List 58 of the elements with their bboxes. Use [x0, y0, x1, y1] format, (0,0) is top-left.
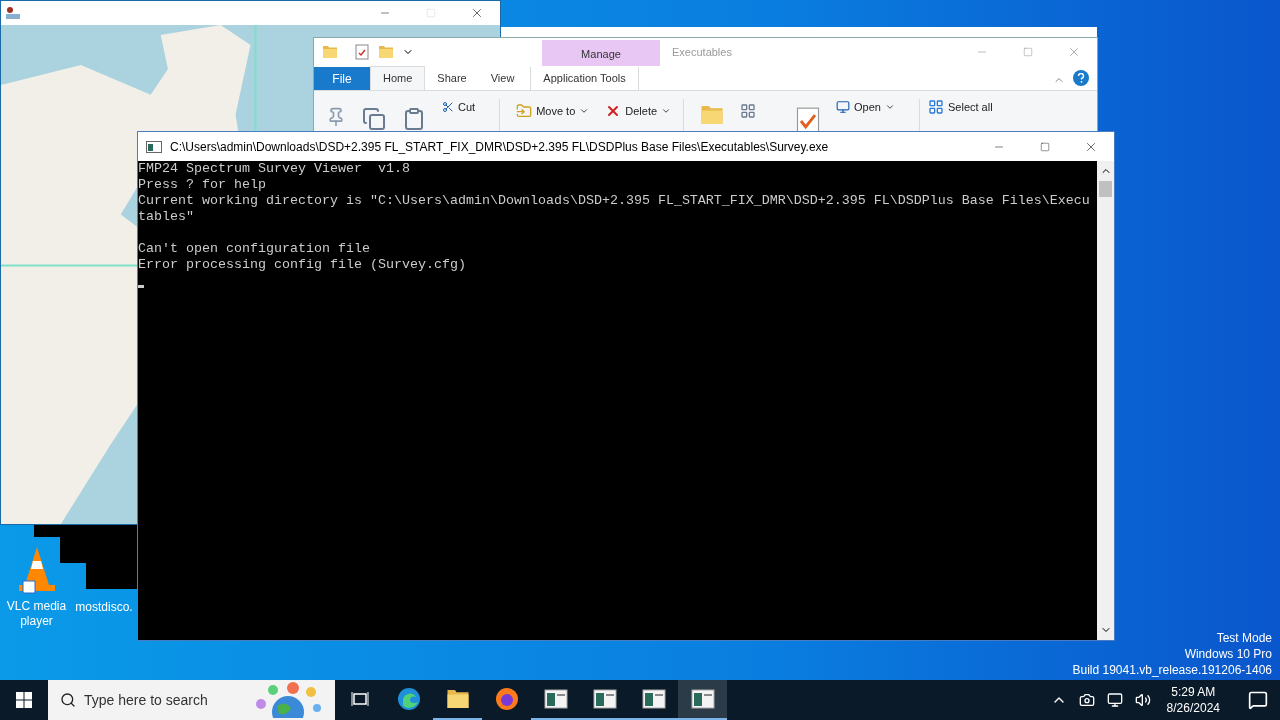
window-taskbar-button[interactable] — [678, 680, 727, 720]
ribbon-tab[interactable]: Home — [370, 66, 426, 90]
open-button[interactable]: Open — [836, 99, 895, 116]
network-icon[interactable] — [1106, 692, 1123, 708]
grid-icon — [928, 99, 944, 116]
select-all-button[interactable]: Select all — [928, 99, 993, 116]
new-item-icon[interactable] — [740, 103, 757, 119]
folder-arrow-icon — [516, 103, 533, 120]
window-title: C:\Users\admin\Downloads\DSD+2.395 FL_START_FIX_DMR\DSD+2.395 FL\DSDPlus Base Files\Executables\Survey.exe — [170, 138, 829, 156]
copy-icon[interactable] — [362, 107, 386, 131]
window-title: Executables — [672, 44, 732, 60]
help-icon[interactable] — [1073, 70, 1089, 86]
camera-icon[interactable] — [1078, 692, 1095, 708]
console-line: Press ? for help — [138, 177, 267, 193]
checkmark-icon[interactable] — [796, 107, 821, 131]
windows-logo-icon — [16, 692, 32, 708]
pin-icon[interactable] — [326, 107, 346, 127]
window-icon — [836, 100, 851, 115]
console-line: Error processing config file (Survey.cfg) — [138, 257, 467, 273]
system-notice-text: Build 19041.vb_release.191206-1406 — [1072, 662, 1272, 678]
globe-icon — [253, 682, 323, 718]
task-view-icon — [349, 689, 370, 709]
clock[interactable]: 5:29 AM 8/26/2024 — [1162, 684, 1224, 716]
cut-button[interactable]: Cut — [442, 99, 476, 116]
fox-globe-icon — [494, 687, 519, 711]
console-line: FMP24 Spectrum Survey Viewer v1.8 — [138, 161, 411, 177]
ribbon-tab[interactable]: Share — [425, 66, 479, 90]
context-tab-header: Manage — [542, 40, 660, 66]
folder-icon — [445, 687, 470, 711]
ribbon-tab[interactable]: Application Tools — [530, 67, 639, 90]
notifications-icon[interactable] — [1248, 690, 1268, 710]
scissors-icon — [442, 101, 454, 114]
console-icon — [641, 689, 666, 709]
system-notice-text: Windows 10 Pro — [1184, 646, 1272, 662]
search-placeholder: Type here to search — [84, 690, 208, 710]
close-icon[interactable] — [470, 6, 484, 20]
console-line: Current working directory is "C:\Users\admin\Downloads\DSD+2.395 FL_START_FIX_DMR\DSD+2.395 FL\DSDPlus Base Files\Executables" — [138, 193, 1091, 225]
clipboard-icon[interactable] — [402, 107, 426, 131]
ribbon-tab[interactable]: View — [478, 66, 527, 90]
properties-icon[interactable] — [354, 44, 370, 60]
maximize-icon[interactable] — [1040, 141, 1050, 152]
close-icon[interactable] — [1067, 45, 1081, 59]
wave-globe-icon — [396, 687, 421, 711]
console-icon — [690, 689, 715, 709]
scrollbar[interactable] — [1097, 161, 1114, 640]
search-icon — [60, 692, 76, 708]
file-tab[interactable]: File — [314, 67, 370, 90]
search-field[interactable]: Type here to search — [48, 680, 335, 720]
console-icon — [592, 689, 617, 709]
console-line: Can't open configuration file — [138, 241, 371, 257]
volume-icon[interactable] — [1134, 692, 1151, 708]
app-icon — [5, 5, 21, 21]
move-to-button[interactable]: Move to — [516, 103, 590, 120]
console-icon — [543, 689, 568, 709]
scroll-thumb[interactable] — [1099, 181, 1112, 197]
console-icon — [146, 140, 162, 153]
delete-button[interactable]: Delete — [605, 103, 672, 120]
system-notice-text: Test Mode — [1216, 630, 1272, 646]
